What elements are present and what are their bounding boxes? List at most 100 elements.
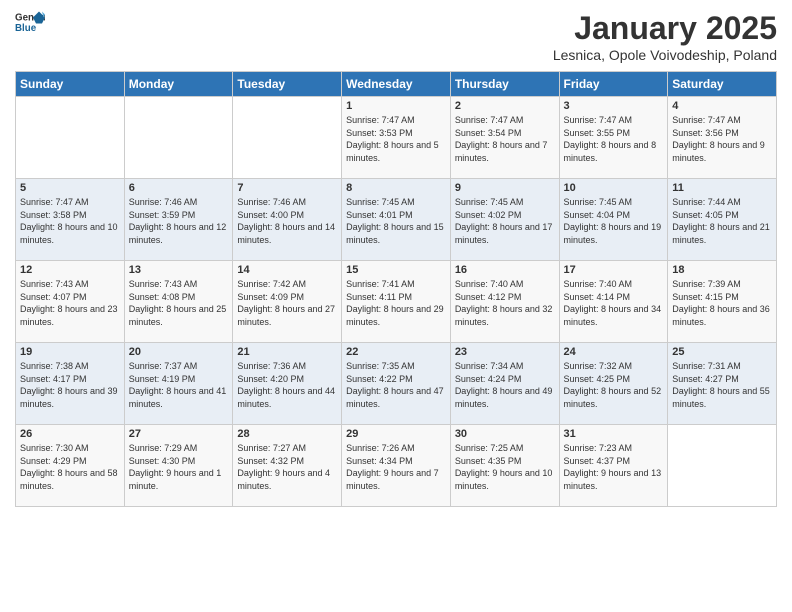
sunrise-text: Sunrise: 7:23 AM <box>564 443 633 453</box>
day-number: 16 <box>455 264 555 276</box>
daylight-text: Daylight: 8 hours and 14 minutes. <box>237 222 335 245</box>
sunrise-text: Sunrise: 7:41 AM <box>346 279 415 289</box>
day-info: Sunrise: 7:30 AM Sunset: 4:29 PM Dayligh… <box>20 442 120 492</box>
sunset-text: Sunset: 4:01 PM <box>346 210 413 220</box>
sunrise-text: Sunrise: 7:44 AM <box>672 197 741 207</box>
sunset-text: Sunset: 4:04 PM <box>564 210 631 220</box>
day-number: 29 <box>346 428 446 440</box>
sunset-text: Sunset: 4:09 PM <box>237 292 304 302</box>
calendar-cell: 20 Sunrise: 7:37 AM Sunset: 4:19 PM Dayl… <box>124 343 233 425</box>
day-info: Sunrise: 7:27 AM Sunset: 4:32 PM Dayligh… <box>237 442 337 492</box>
calendar-cell: 14 Sunrise: 7:42 AM Sunset: 4:09 PM Dayl… <box>233 261 342 343</box>
calendar-cell: 2 Sunrise: 7:47 AM Sunset: 3:54 PM Dayli… <box>450 97 559 179</box>
calendar-cell: 16 Sunrise: 7:40 AM Sunset: 4:12 PM Dayl… <box>450 261 559 343</box>
sunrise-text: Sunrise: 7:32 AM <box>564 361 633 371</box>
calendar-cell: 23 Sunrise: 7:34 AM Sunset: 4:24 PM Dayl… <box>450 343 559 425</box>
day-number: 24 <box>564 346 664 358</box>
day-info: Sunrise: 7:47 AM Sunset: 3:58 PM Dayligh… <box>20 196 120 246</box>
calendar-cell: 24 Sunrise: 7:32 AM Sunset: 4:25 PM Dayl… <box>559 343 668 425</box>
sunset-text: Sunset: 4:15 PM <box>672 292 739 302</box>
calendar-cell: 7 Sunrise: 7:46 AM Sunset: 4:00 PM Dayli… <box>233 179 342 261</box>
day-number: 4 <box>672 100 772 112</box>
daylight-text: Daylight: 8 hours and 7 minutes. <box>455 140 548 163</box>
day-number: 11 <box>672 182 772 194</box>
sunset-text: Sunset: 4:14 PM <box>564 292 631 302</box>
sunset-text: Sunset: 3:54 PM <box>455 128 522 138</box>
day-info: Sunrise: 7:43 AM Sunset: 4:08 PM Dayligh… <box>129 278 229 328</box>
sunset-text: Sunset: 4:12 PM <box>455 292 522 302</box>
subtitle: Lesnica, Opole Voivodeship, Poland <box>553 47 777 63</box>
sunset-text: Sunset: 3:53 PM <box>346 128 413 138</box>
calendar-cell: 30 Sunrise: 7:25 AM Sunset: 4:35 PM Dayl… <box>450 425 559 507</box>
calendar-cell: 22 Sunrise: 7:35 AM Sunset: 4:22 PM Dayl… <box>342 343 451 425</box>
calendar-cell <box>124 97 233 179</box>
day-info: Sunrise: 7:45 AM Sunset: 4:02 PM Dayligh… <box>455 196 555 246</box>
daylight-text: Daylight: 8 hours and 49 minutes. <box>455 386 553 409</box>
sunrise-text: Sunrise: 7:37 AM <box>129 361 198 371</box>
calendar-table: SundayMondayTuesdayWednesdayThursdayFrid… <box>15 71 777 507</box>
daylight-text: Daylight: 9 hours and 10 minutes. <box>455 468 553 491</box>
sunrise-text: Sunrise: 7:46 AM <box>129 197 198 207</box>
day-number: 15 <box>346 264 446 276</box>
daylight-text: Daylight: 8 hours and 36 minutes. <box>672 304 770 327</box>
day-info: Sunrise: 7:25 AM Sunset: 4:35 PM Dayligh… <box>455 442 555 492</box>
sunset-text: Sunset: 4:25 PM <box>564 374 631 384</box>
sunrise-text: Sunrise: 7:30 AM <box>20 443 89 453</box>
daylight-text: Daylight: 8 hours and 52 minutes. <box>564 386 662 409</box>
daylight-text: Daylight: 8 hours and 15 minutes. <box>346 222 444 245</box>
day-info: Sunrise: 7:44 AM Sunset: 4:05 PM Dayligh… <box>672 196 772 246</box>
daylight-text: Daylight: 8 hours and 47 minutes. <box>346 386 444 409</box>
sunset-text: Sunset: 4:11 PM <box>346 292 412 302</box>
day-info: Sunrise: 7:35 AM Sunset: 4:22 PM Dayligh… <box>346 360 446 410</box>
calendar-cell: 15 Sunrise: 7:41 AM Sunset: 4:11 PM Dayl… <box>342 261 451 343</box>
day-number: 27 <box>129 428 229 440</box>
sunrise-text: Sunrise: 7:38 AM <box>20 361 89 371</box>
calendar-cell: 21 Sunrise: 7:36 AM Sunset: 4:20 PM Dayl… <box>233 343 342 425</box>
sunrise-text: Sunrise: 7:45 AM <box>346 197 415 207</box>
day-info: Sunrise: 7:32 AM Sunset: 4:25 PM Dayligh… <box>564 360 664 410</box>
sunset-text: Sunset: 3:55 PM <box>564 128 631 138</box>
calendar-cell <box>16 97 125 179</box>
sunrise-text: Sunrise: 7:45 AM <box>455 197 524 207</box>
day-info: Sunrise: 7:29 AM Sunset: 4:30 PM Dayligh… <box>129 442 229 492</box>
day-header-monday: Monday <box>124 72 233 97</box>
daylight-text: Daylight: 9 hours and 1 minute. <box>129 468 222 491</box>
calendar-cell: 13 Sunrise: 7:43 AM Sunset: 4:08 PM Dayl… <box>124 261 233 343</box>
day-info: Sunrise: 7:45 AM Sunset: 4:01 PM Dayligh… <box>346 196 446 246</box>
day-number: 14 <box>237 264 337 276</box>
day-number: 30 <box>455 428 555 440</box>
daylight-text: Daylight: 8 hours and 27 minutes. <box>237 304 335 327</box>
day-info: Sunrise: 7:37 AM Sunset: 4:19 PM Dayligh… <box>129 360 229 410</box>
sunset-text: Sunset: 4:20 PM <box>237 374 304 384</box>
calendar-cell: 6 Sunrise: 7:46 AM Sunset: 3:59 PM Dayli… <box>124 179 233 261</box>
daylight-text: Daylight: 8 hours and 29 minutes. <box>346 304 444 327</box>
calendar-cell: 4 Sunrise: 7:47 AM Sunset: 3:56 PM Dayli… <box>668 97 777 179</box>
daylight-text: Daylight: 8 hours and 8 minutes. <box>564 140 657 163</box>
sunrise-text: Sunrise: 7:29 AM <box>129 443 198 453</box>
calendar-week-row: 19 Sunrise: 7:38 AM Sunset: 4:17 PM Dayl… <box>16 343 777 425</box>
calendar-cell: 9 Sunrise: 7:45 AM Sunset: 4:02 PM Dayli… <box>450 179 559 261</box>
calendar-cell: 11 Sunrise: 7:44 AM Sunset: 4:05 PM Dayl… <box>668 179 777 261</box>
title-block: January 2025 Lesnica, Opole Voivodeship,… <box>553 10 777 63</box>
calendar-cell: 31 Sunrise: 7:23 AM Sunset: 4:37 PM Dayl… <box>559 425 668 507</box>
sunrise-text: Sunrise: 7:45 AM <box>564 197 633 207</box>
day-info: Sunrise: 7:40 AM Sunset: 4:12 PM Dayligh… <box>455 278 555 328</box>
day-info: Sunrise: 7:40 AM Sunset: 4:14 PM Dayligh… <box>564 278 664 328</box>
daylight-text: Daylight: 8 hours and 17 minutes. <box>455 222 553 245</box>
sunrise-text: Sunrise: 7:36 AM <box>237 361 306 371</box>
sunset-text: Sunset: 4:30 PM <box>129 456 196 466</box>
calendar-cell: 3 Sunrise: 7:47 AM Sunset: 3:55 PM Dayli… <box>559 97 668 179</box>
sunrise-text: Sunrise: 7:34 AM <box>455 361 524 371</box>
daylight-text: Daylight: 8 hours and 41 minutes. <box>129 386 227 409</box>
day-info: Sunrise: 7:31 AM Sunset: 4:27 PM Dayligh… <box>672 360 772 410</box>
calendar-cell: 12 Sunrise: 7:43 AM Sunset: 4:07 PM Dayl… <box>16 261 125 343</box>
day-number: 18 <box>672 264 772 276</box>
sunrise-text: Sunrise: 7:47 AM <box>564 115 633 125</box>
calendar-cell <box>668 425 777 507</box>
sunset-text: Sunset: 4:37 PM <box>564 456 631 466</box>
day-info: Sunrise: 7:41 AM Sunset: 4:11 PM Dayligh… <box>346 278 446 328</box>
sunrise-text: Sunrise: 7:47 AM <box>346 115 415 125</box>
day-number: 31 <box>564 428 664 440</box>
calendar-cell: 8 Sunrise: 7:45 AM Sunset: 4:01 PM Dayli… <box>342 179 451 261</box>
day-number: 23 <box>455 346 555 358</box>
